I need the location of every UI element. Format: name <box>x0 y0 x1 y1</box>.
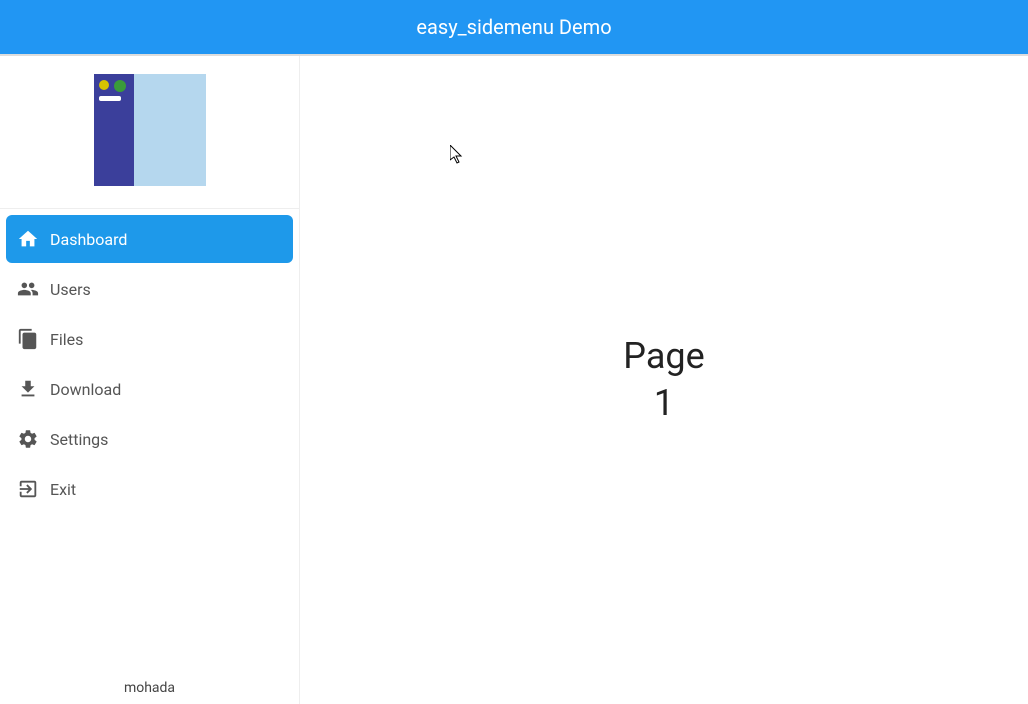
sidebar-item-label: Dashboard <box>50 230 127 249</box>
sidebar-item-exit[interactable]: Exit <box>6 465 293 513</box>
sidebar-item-download[interactable]: Download <box>6 365 293 413</box>
download-icon <box>16 377 40 401</box>
sidebar-item-settings[interactable]: Settings <box>6 415 293 463</box>
sidebar-item-label: Download <box>50 380 121 399</box>
settings-icon <box>16 427 40 451</box>
app-header: easy_sidemenu Demo <box>0 0 1028 56</box>
users-icon <box>16 277 40 301</box>
sidebar-item-label: Files <box>50 330 83 349</box>
main-content: Page 1 <box>300 56 1028 704</box>
sidebar-item-files[interactable]: Files <box>6 315 293 363</box>
exit-icon <box>16 477 40 501</box>
page-title: Page 1 <box>623 333 704 427</box>
sidebar-item-dashboard[interactable]: Dashboard <box>6 215 293 263</box>
home-icon <box>16 227 40 251</box>
sidebar-item-users[interactable]: Users <box>6 265 293 313</box>
sidebar-footer: mohada <box>0 672 299 704</box>
files-icon <box>16 327 40 351</box>
sidebar-item-label: Users <box>50 280 91 299</box>
logo-area <box>0 56 299 209</box>
app-title: easy_sidemenu Demo <box>416 15 611 39</box>
app-logo <box>94 74 206 186</box>
sidebar-item-label: Settings <box>50 430 108 449</box>
sidebar-menu: Dashboard Users Files Download <box>0 209 299 672</box>
sidebar-item-label: Exit <box>50 480 76 499</box>
sidebar: Dashboard Users Files Download <box>0 56 300 704</box>
